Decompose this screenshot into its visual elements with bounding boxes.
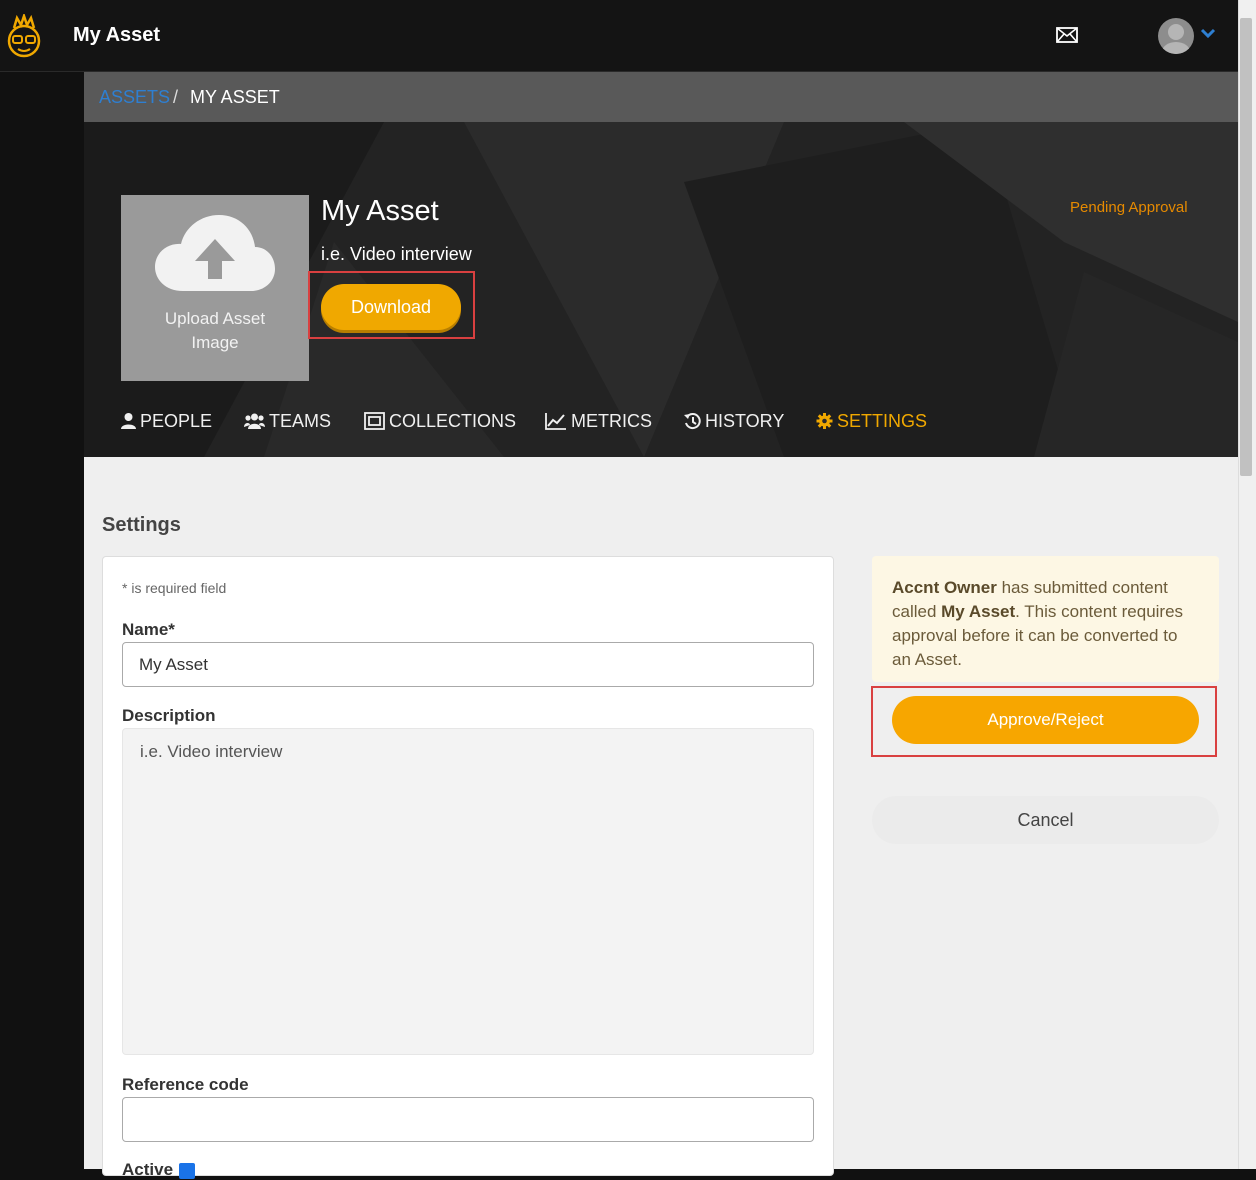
active-checkbox[interactable] — [179, 1163, 195, 1179]
name-label: Name* — [122, 620, 175, 639]
tab-people[interactable]: PEOPLE — [121, 408, 212, 434]
download-button[interactable]: Download — [321, 284, 461, 330]
tab-metrics[interactable]: METRICS — [545, 408, 652, 434]
approval-notice: Accnt Owner has submitted content called… — [872, 556, 1219, 682]
submitter-name: Accnt Owner — [892, 578, 997, 597]
upload-label-line-1: Upload Asset — [164, 309, 266, 328]
name-field[interactable]: My Asset — [122, 642, 814, 687]
tab-teams[interactable]: TEAMS — [244, 408, 331, 434]
description-label: Description — [122, 706, 216, 725]
tab-settings[interactable]: SETTINGS — [816, 408, 927, 434]
person-avatar-icon — [1162, 24, 1190, 54]
chart-icon — [545, 413, 566, 430]
tab-teams-label: TEAMS — [269, 410, 332, 431]
upload-asset-label: Upload Asset Image — [121, 307, 309, 355]
status-badge: Pending Approval — [1070, 199, 1188, 216]
tab-history-label: HISTORY — [705, 410, 785, 431]
user-avatar[interactable] — [1158, 18, 1194, 54]
upload-label-line-2: Image — [191, 333, 239, 352]
breadcrumb-separator: / — [173, 87, 179, 107]
cancel-button[interactable]: Cancel — [872, 796, 1219, 844]
sidebar — [0, 72, 84, 1169]
tab-metrics-label: METRICS — [571, 410, 652, 431]
description-field[interactable]: i.e. Video interview — [122, 728, 814, 1055]
tab-people-label: PEOPLE — [140, 410, 213, 431]
submitted-asset-name: My Asset — [941, 602, 1016, 621]
tab-collections-label: COLLECTIONS — [389, 410, 517, 431]
required-note: * is required field — [122, 580, 227, 596]
history-icon — [684, 413, 701, 430]
reference-code-field[interactable] — [122, 1097, 814, 1142]
breadcrumb-current: MY ASSET — [190, 87, 280, 107]
tab-collections[interactable]: COLLECTIONS — [364, 408, 516, 434]
collection-icon — [364, 412, 385, 430]
cloud-upload-icon — [155, 215, 275, 291]
top-bar: My Asset — [0, 0, 1238, 72]
asset-title: My Asset — [321, 195, 439, 227]
chevron-down-icon[interactable] — [1199, 26, 1217, 40]
app-title: My Asset — [73, 24, 161, 46]
tab-settings-label: SETTINGS — [837, 410, 928, 431]
breadcrumb-link-assets[interactable]: ASSETS — [99, 87, 170, 108]
active-label: Active — [122, 1160, 174, 1179]
asset-subtitle: i.e. Video interview — [321, 244, 472, 264]
reference-code-label: Reference code — [122, 1075, 249, 1094]
scrollbar-thumb[interactable] — [1240, 18, 1252, 476]
mail-icon[interactable] — [1055, 25, 1079, 45]
settings-heading: Settings — [102, 514, 181, 536]
gear-icon — [816, 413, 833, 429]
person-icon — [121, 413, 136, 429]
logo-icon[interactable] — [6, 14, 42, 58]
upload-asset-image[interactable]: Upload Asset Image — [121, 195, 309, 381]
tab-history[interactable]: HISTORY — [684, 408, 784, 434]
group-icon — [244, 413, 265, 429]
approve-reject-button[interactable]: Approve/Reject — [892, 696, 1199, 744]
